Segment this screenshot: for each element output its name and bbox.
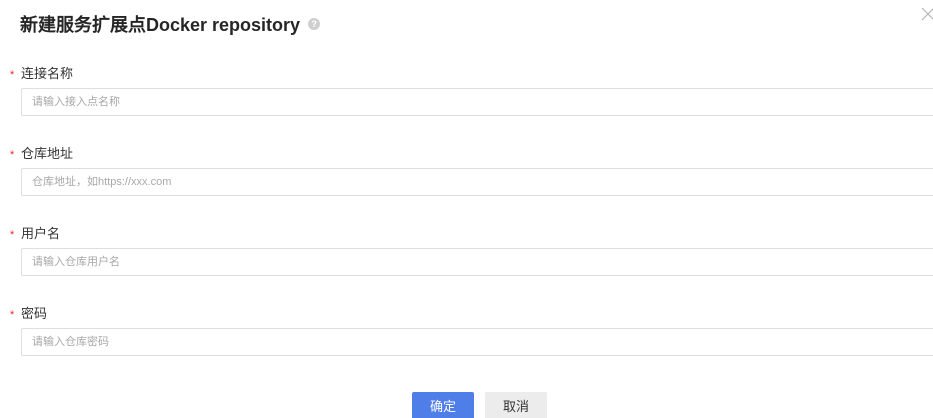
dialog-header: 新建服务扩展点Docker repository ? bbox=[20, 11, 321, 37]
required-mark: * bbox=[10, 229, 15, 241]
repository-url-input[interactable] bbox=[21, 168, 933, 196]
question-circle-icon[interactable]: ? bbox=[308, 18, 321, 30]
connection-name-label: 连接名称 bbox=[21, 66, 74, 81]
confirm-button[interactable]: 确定 bbox=[412, 392, 474, 418]
repository-url-label: 仓库地址 bbox=[21, 146, 74, 161]
field-label: * 密码 bbox=[10, 306, 47, 322]
field-label: * 仓库地址 bbox=[10, 146, 73, 162]
dialog-title: 新建服务扩展点Docker repository bbox=[20, 15, 301, 35]
password-label: 密码 bbox=[21, 306, 48, 321]
required-mark: * bbox=[10, 149, 15, 161]
cancel-button[interactable]: 取消 bbox=[485, 392, 547, 418]
close-icon[interactable] bbox=[921, 7, 933, 21]
field-label: * 用户名 bbox=[10, 226, 60, 242]
connection-name-input[interactable] bbox=[21, 88, 933, 116]
required-mark: * bbox=[10, 69, 15, 81]
username-input[interactable] bbox=[21, 248, 933, 276]
create-extension-point-dialog: 新建服务扩展点Docker repository ? * 连接名称 * 仓库地址 *… bbox=[0, 0, 933, 418]
field-label: * 连接名称 bbox=[10, 66, 73, 82]
password-input[interactable] bbox=[21, 328, 933, 356]
username-label: 用户名 bbox=[21, 226, 61, 241]
required-mark: * bbox=[10, 309, 15, 321]
